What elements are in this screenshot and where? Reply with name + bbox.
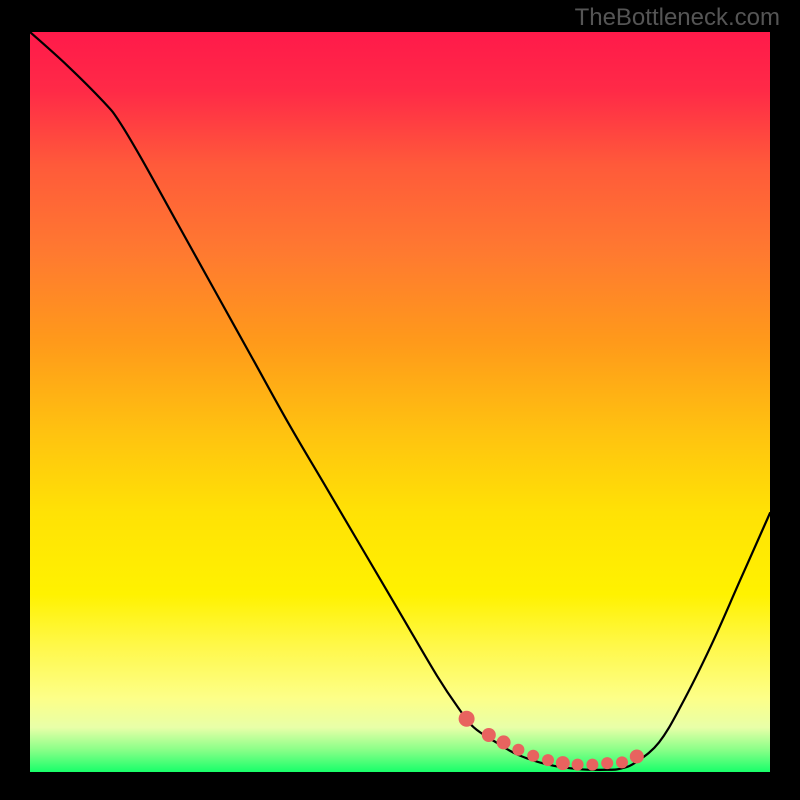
plot-area bbox=[30, 32, 770, 772]
trough-marker bbox=[542, 754, 554, 766]
trough-marker bbox=[572, 759, 584, 771]
chart-frame: TheBottleneck.com bbox=[0, 0, 800, 800]
trough-marker bbox=[630, 749, 644, 763]
plot-svg bbox=[30, 32, 770, 772]
trough-markers bbox=[459, 711, 644, 771]
trough-marker bbox=[512, 744, 524, 756]
trough-marker bbox=[497, 735, 511, 749]
curve-line bbox=[30, 32, 770, 770]
trough-marker bbox=[527, 750, 539, 762]
trough-marker bbox=[556, 756, 570, 770]
watermark-text: TheBottleneck.com bbox=[575, 4, 780, 32]
trough-marker bbox=[601, 757, 613, 769]
trough-marker bbox=[459, 711, 475, 727]
trough-marker bbox=[586, 759, 598, 771]
trough-marker bbox=[482, 728, 496, 742]
trough-marker bbox=[616, 756, 628, 768]
